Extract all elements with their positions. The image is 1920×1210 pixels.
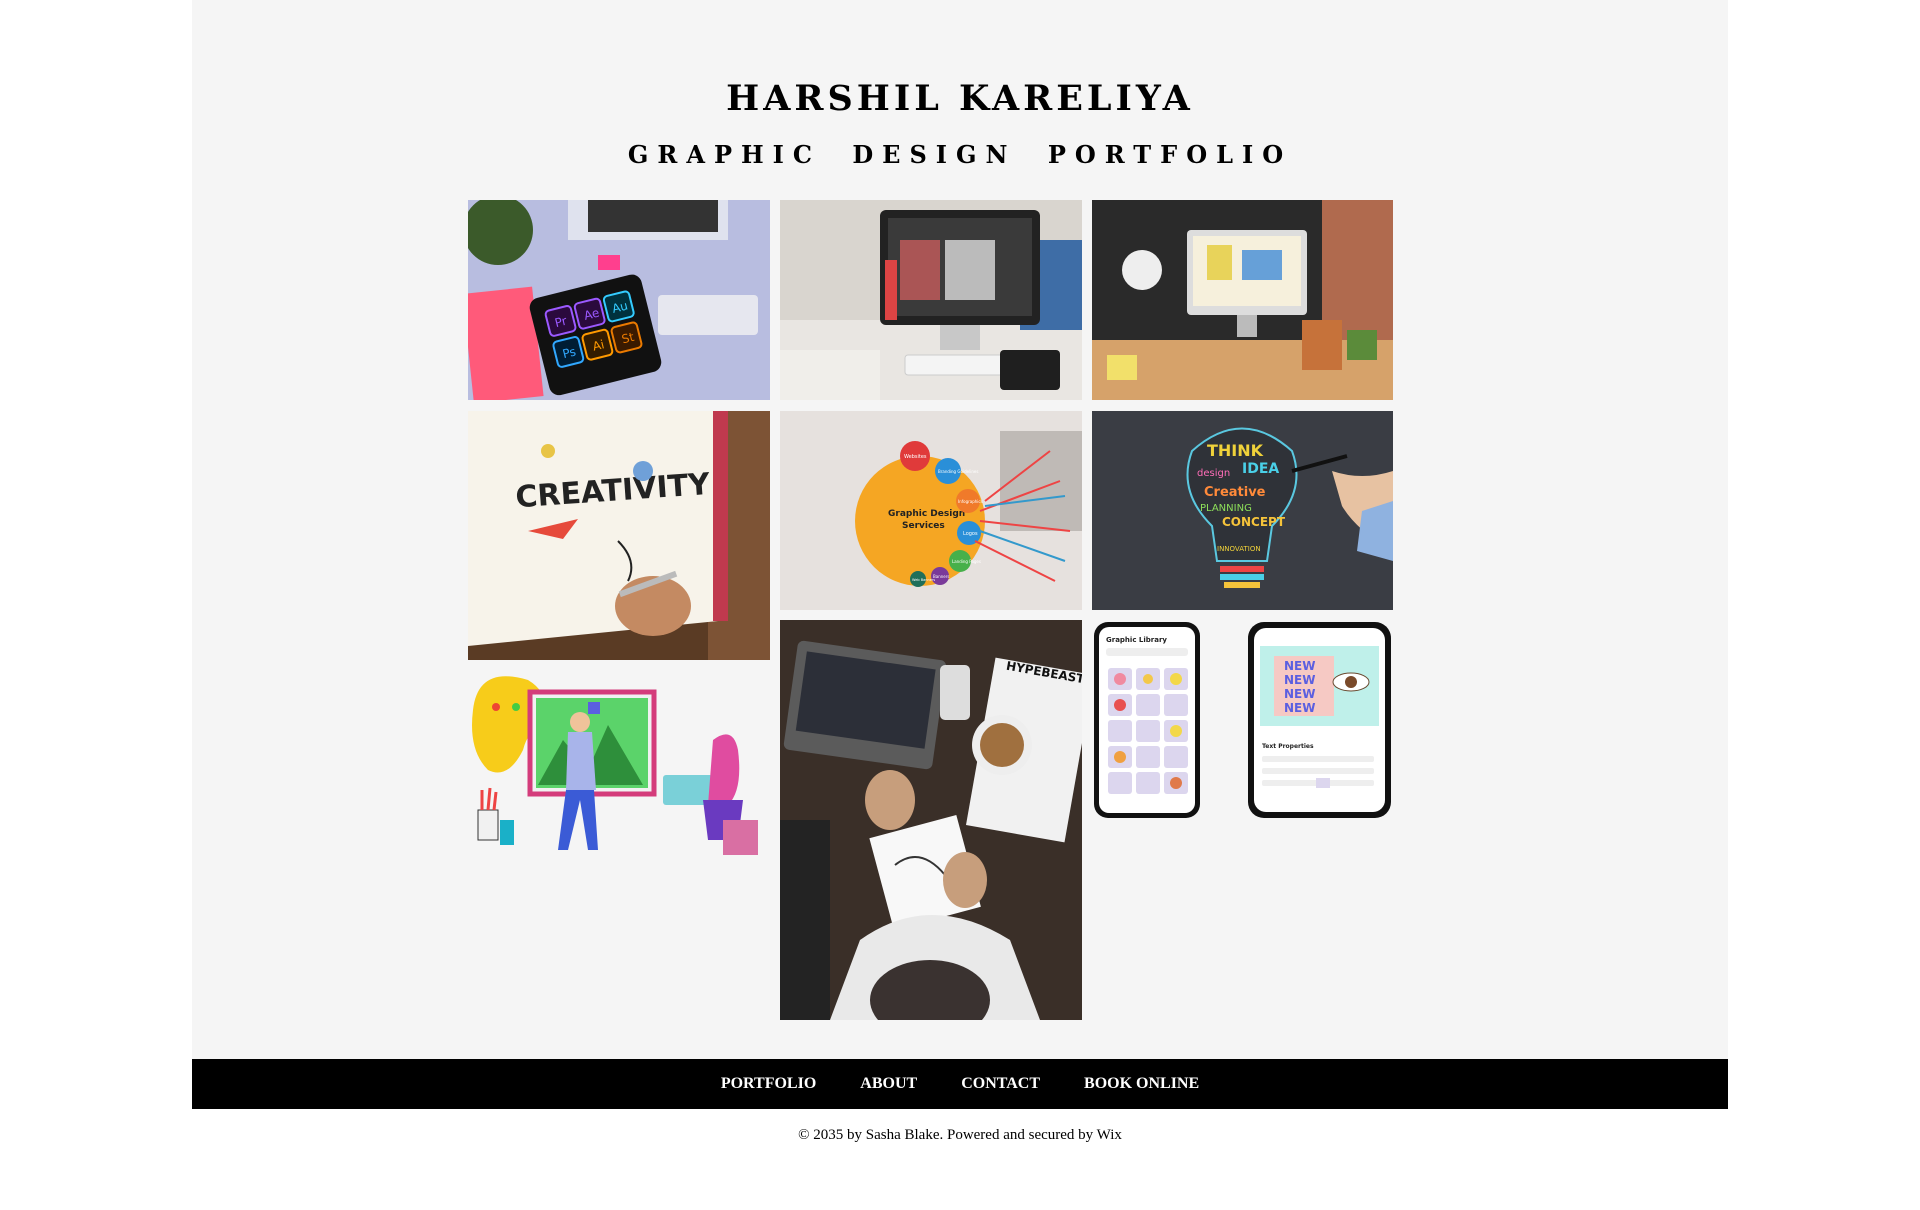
nav-contact[interactable]: CONTACT bbox=[961, 1075, 1040, 1093]
gallery-image-creativity-sketchbook[interactable]: CREATIVITY bbox=[468, 411, 770, 660]
phone-panel-title: Text Properties bbox=[1262, 743, 1314, 750]
phone-new-word: NEW bbox=[1284, 659, 1315, 673]
sketchbook-photo: CREATIVITY bbox=[468, 411, 770, 660]
phone-new-word: NEW bbox=[1284, 687, 1315, 701]
site-title[interactable]: HARSHIL KARELIYA bbox=[192, 78, 1728, 119]
nav-about[interactable]: ABOUT bbox=[860, 1075, 917, 1093]
service-item: Websites bbox=[904, 454, 927, 460]
service-item: Infographics bbox=[958, 499, 983, 504]
gallery-image-imac-workspace[interactable] bbox=[780, 200, 1082, 400]
studio-photo bbox=[1092, 200, 1393, 400]
nav-book-online[interactable]: BOOK ONLINE bbox=[1084, 1075, 1199, 1093]
gallery-image-design-services[interactable]: Graphic Design Services Websites Brandin… bbox=[780, 411, 1082, 610]
gallery-image-idea-lightbulb[interactable]: THINK IDEA design Creative PLANNING CONC… bbox=[1092, 411, 1393, 610]
gallery-image-design-studio[interactable] bbox=[1092, 200, 1393, 400]
service-item: Landing Pages bbox=[952, 559, 981, 564]
service-item: Banners bbox=[933, 574, 949, 579]
service-item: Logos bbox=[963, 531, 978, 537]
illustration-image bbox=[468, 670, 770, 870]
services-title-2: Services bbox=[902, 521, 945, 531]
service-item: Branding Guidelines bbox=[938, 469, 978, 474]
laptop-coffee-photo: HYPEBEAST bbox=[780, 620, 1082, 1020]
phone-mockup-2: NEW NEW NEW NEW Text Properties bbox=[1246, 620, 1393, 820]
imac-photo bbox=[780, 200, 1082, 400]
phone-new-word: NEW bbox=[1284, 701, 1315, 715]
bulb-word: THINK bbox=[1207, 441, 1264, 460]
bulb-word: Creative bbox=[1204, 485, 1266, 500]
gallery-image-phone-graphic-library[interactable]: Graphic Library bbox=[1092, 620, 1237, 820]
nav-portfolio[interactable]: PORTFOLIO bbox=[721, 1075, 816, 1093]
gallery-image-laptop-coffee[interactable]: HYPEBEAST bbox=[780, 620, 1082, 1020]
services-photo: Graphic Design Services Websites Brandin… bbox=[780, 411, 1082, 610]
bulb-word: IDEA bbox=[1242, 461, 1279, 477]
phone-app-title: Graphic Library bbox=[1106, 636, 1167, 644]
phone-new-word: NEW bbox=[1284, 673, 1315, 687]
phone-mockup-1: Graphic Library bbox=[1092, 620, 1237, 820]
bulb-word: PLANNING bbox=[1200, 503, 1252, 514]
service-item: Web Banners bbox=[912, 578, 935, 582]
services-title: Graphic Design bbox=[888, 509, 965, 519]
lightbulb-photo: THINK IDEA design Creative PLANNING CONC… bbox=[1092, 411, 1393, 610]
bulb-word: INNOVATION bbox=[1217, 545, 1261, 553]
bulb-word: CONCEPT bbox=[1222, 515, 1286, 529]
footer-nav: PORTFOLIO ABOUT CONTACT BOOK ONLINE bbox=[192, 1059, 1728, 1109]
bulb-word: design bbox=[1197, 468, 1230, 479]
gallery-image-desk-tablet[interactable]: Pr Ae Au Ps Ai St bbox=[468, 200, 770, 400]
footer-nav-bar: PORTFOLIO ABOUT CONTACT BOOK ONLINE bbox=[192, 1059, 1728, 1109]
gallery-image-phone-text-properties[interactable]: NEW NEW NEW NEW Text Properties bbox=[1246, 620, 1393, 820]
site-subtitle: GRAPHIC DESIGN PORTFOLIO bbox=[627, 140, 1293, 169]
copyright-text: © 2035 by Sasha Blake. Powered and secur… bbox=[798, 1127, 1122, 1143]
desk-tablet-photo: Pr Ae Au Ps Ai St bbox=[468, 200, 770, 400]
gallery-image-designers-illustration[interactable] bbox=[468, 670, 770, 870]
